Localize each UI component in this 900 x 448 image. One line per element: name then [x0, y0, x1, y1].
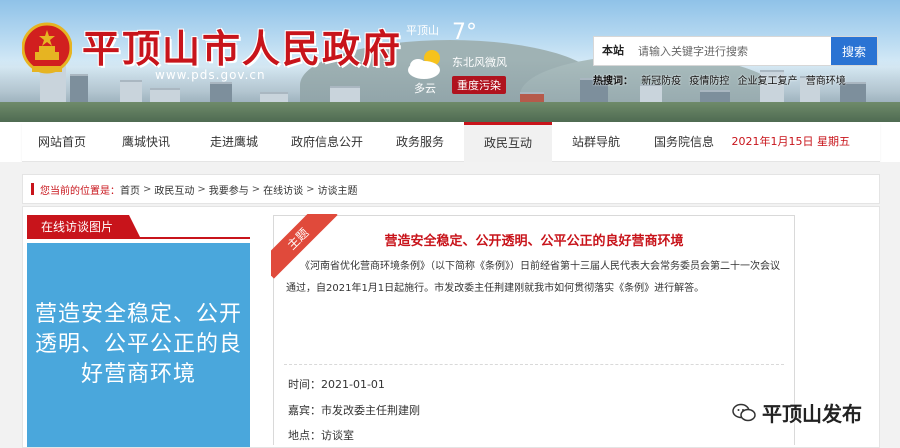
breadcrumb-separator: > [251, 183, 261, 195]
hot-word-link[interactable]: 企业复工复产 [738, 76, 798, 87]
hot-words: 热搜词： 新冠防疫 疫情防控 企业复工复产 营商环境 [593, 72, 851, 87]
cloudy-icon [408, 50, 440, 79]
time-value: 2021-01-01 [321, 378, 385, 391]
search-button[interactable]: 搜索 [831, 37, 877, 65]
divider [284, 364, 784, 365]
search-box: 本站 搜索 [593, 36, 878, 66]
topic-time: 时间：2021-01-01 [288, 376, 385, 392]
topic-title: 营造安全稳定、公开透明、公平公正的良好营商环境 [384, 234, 684, 249]
nav-item-city-news[interactable]: 鹰城快讯 [102, 122, 190, 162]
interview-image-text: 营造安全稳定、公开透明、公平公正的良好营商环境 [35, 302, 243, 387]
breadcrumb-item[interactable]: 我要参与 [209, 182, 249, 197]
hot-word-link[interactable]: 疫情防控 [689, 76, 729, 87]
header-banner: 平顶山市人民政府 www.pds.gov.cn 平顶山 7° 东北风微风 多云 … [0, 0, 900, 122]
watermark: 平顶山发布 [732, 398, 862, 427]
weather-description: 多云 [414, 82, 436, 95]
weather-city: 平顶山 [406, 24, 439, 37]
banner-trees [0, 102, 900, 122]
topic-panel: 主题 营造安全稳定、公开透明、公平公正的良好营商环境 《河南省优化营商环境条例》… [271, 214, 795, 445]
weather-wind: 东北风微风 [452, 56, 507, 69]
current-date: 2021年1月15日 星期五 [731, 135, 851, 148]
nav-item-gov-service[interactable]: 政务服务 [376, 122, 464, 162]
time-label: 时间： [288, 378, 321, 391]
breadcrumb-lead: 您当前的位置是： [40, 185, 120, 197]
watermark-text: 平顶山发布 [762, 402, 862, 426]
nav-item-site-nav[interactable]: 站群导航 [552, 122, 640, 162]
place-label: 地点： [288, 429, 321, 442]
site-url: www.pds.gov.cn [155, 68, 266, 82]
aqi-badge: 重度污染 [452, 76, 506, 94]
hot-word-link[interactable]: 新冠防疫 [641, 76, 681, 87]
breadcrumb: 您当前的位置是： 首页 > 政民互动 > 我要参与 > 在线访谈 > 访谈主题 [22, 174, 880, 204]
topic-guest: 嘉宾：市发改委主任荆建刚 [288, 402, 420, 418]
panel-title-bar: 在线访谈图片 [27, 215, 250, 239]
topic-place: 地点：访谈室 [288, 427, 354, 443]
breadcrumb-separator: > [143, 183, 152, 195]
nav-item-home[interactable]: 网站首页 [22, 122, 102, 162]
place-value: 访谈室 [321, 429, 354, 442]
breadcrumb-item[interactable]: 政民互动 [154, 182, 194, 197]
topic-summary: 《河南省优化营商环境条例》（以下简称《条例》）日前经省第十三届人民代表大会常务委… [286, 261, 780, 294]
site-title[interactable]: 平顶山市人民政府 [82, 18, 402, 73]
wechat-icon [732, 403, 756, 421]
breadcrumb-item[interactable]: 首页 [120, 182, 140, 197]
hot-words-label: 热搜词： [593, 76, 633, 87]
guest-label: 嘉宾： [288, 404, 321, 417]
breadcrumb-marker [31, 183, 34, 195]
breadcrumb-separator: > [306, 183, 315, 195]
panel-title: 在线访谈图片 [27, 215, 142, 239]
breadcrumb-separator: > [197, 183, 206, 195]
search-scope-label[interactable]: 本站 [594, 37, 632, 65]
weather-widget: 平顶山 7° 东北风微风 多云 重度污染 [400, 20, 515, 100]
main-nav: 网站首页 鹰城快讯 走进鹰城 政府信息公开 政务服务 政民互动 站群导航 国务院… [22, 121, 880, 162]
breadcrumb-item[interactable]: 在线访谈 [263, 182, 303, 197]
nav-item-interaction[interactable]: 政民互动 [464, 121, 552, 162]
hot-word-link[interactable]: 营商环境 [806, 76, 846, 87]
national-emblem-icon[interactable] [22, 22, 72, 76]
nav-item-state-council[interactable]: 国务院信息 [640, 122, 728, 162]
nav-item-gov-info[interactable]: 政府信息公开 [278, 122, 376, 162]
weather-temperature: 7° [452, 20, 477, 45]
guest-value: 市发改委主任荆建刚 [321, 404, 420, 417]
search-input[interactable] [632, 37, 831, 65]
interview-image[interactable]: 营造安全稳定、公开透明、公平公正的良好营商环境 [27, 243, 250, 447]
interview-image-panel: 在线访谈图片 营造安全稳定、公开透明、公平公正的良好营商环境 [27, 215, 250, 447]
breadcrumb-item[interactable]: 访谈主题 [318, 182, 358, 197]
nav-item-about-city[interactable]: 走进鹰城 [190, 122, 278, 162]
